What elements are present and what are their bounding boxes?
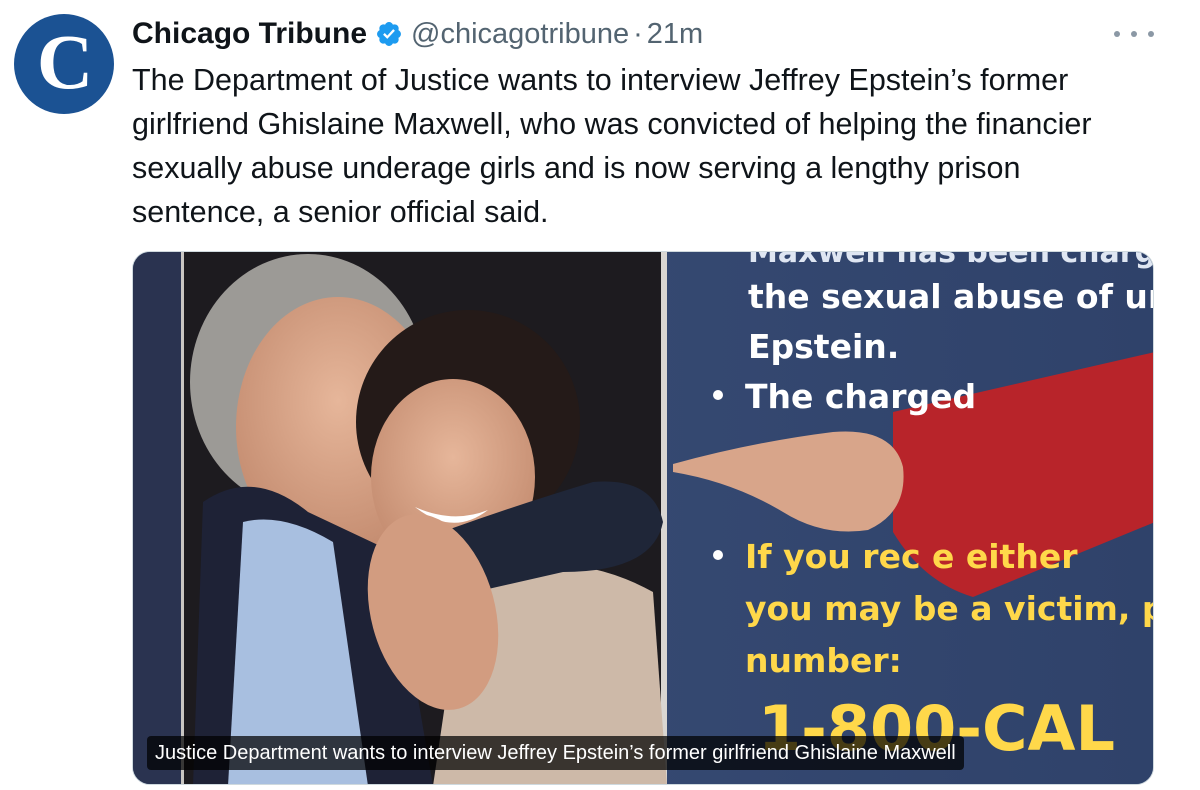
- media-caption: Justice Department wants to interview Je…: [147, 736, 964, 770]
- avatar[interactable]: C: [14, 14, 114, 114]
- timestamp[interactable]: 21m: [647, 18, 703, 51]
- more-options-icon[interactable]: [1114, 22, 1154, 46]
- tweet-header: Chicago Tribune @chicagotribune · 21m: [132, 14, 703, 54]
- tweet-text: The Department of Justice wants to inter…: [132, 63, 1092, 229]
- board-line: number:: [745, 641, 902, 680]
- verified-badge-icon: [375, 20, 403, 48]
- board-line: Epstein.: [748, 327, 900, 366]
- board-line: you may be a victim, pl: [745, 589, 1154, 628]
- account-handle[interactable]: @chicagotribune: [411, 18, 629, 51]
- bullet-icon: [713, 390, 723, 400]
- board-line: If you rec e either: [745, 537, 1078, 576]
- media-image[interactable]: Maxwell has been charg the sexual abuse …: [132, 251, 1154, 785]
- separator-dot: ·: [633, 17, 643, 50]
- board-line: The charged: [745, 377, 977, 416]
- avatar-logo-letter: C: [36, 18, 93, 105]
- display-name[interactable]: Chicago Tribune: [132, 17, 367, 51]
- tweet-card[interactable]: C Chicago Tribune @chicagotribune · 21m …: [0, 0, 1200, 790]
- board-line: Maxwell has been charg: [748, 251, 1154, 270]
- board-line: the sexual abuse of und: [748, 277, 1154, 316]
- bullet-icon: [713, 550, 723, 560]
